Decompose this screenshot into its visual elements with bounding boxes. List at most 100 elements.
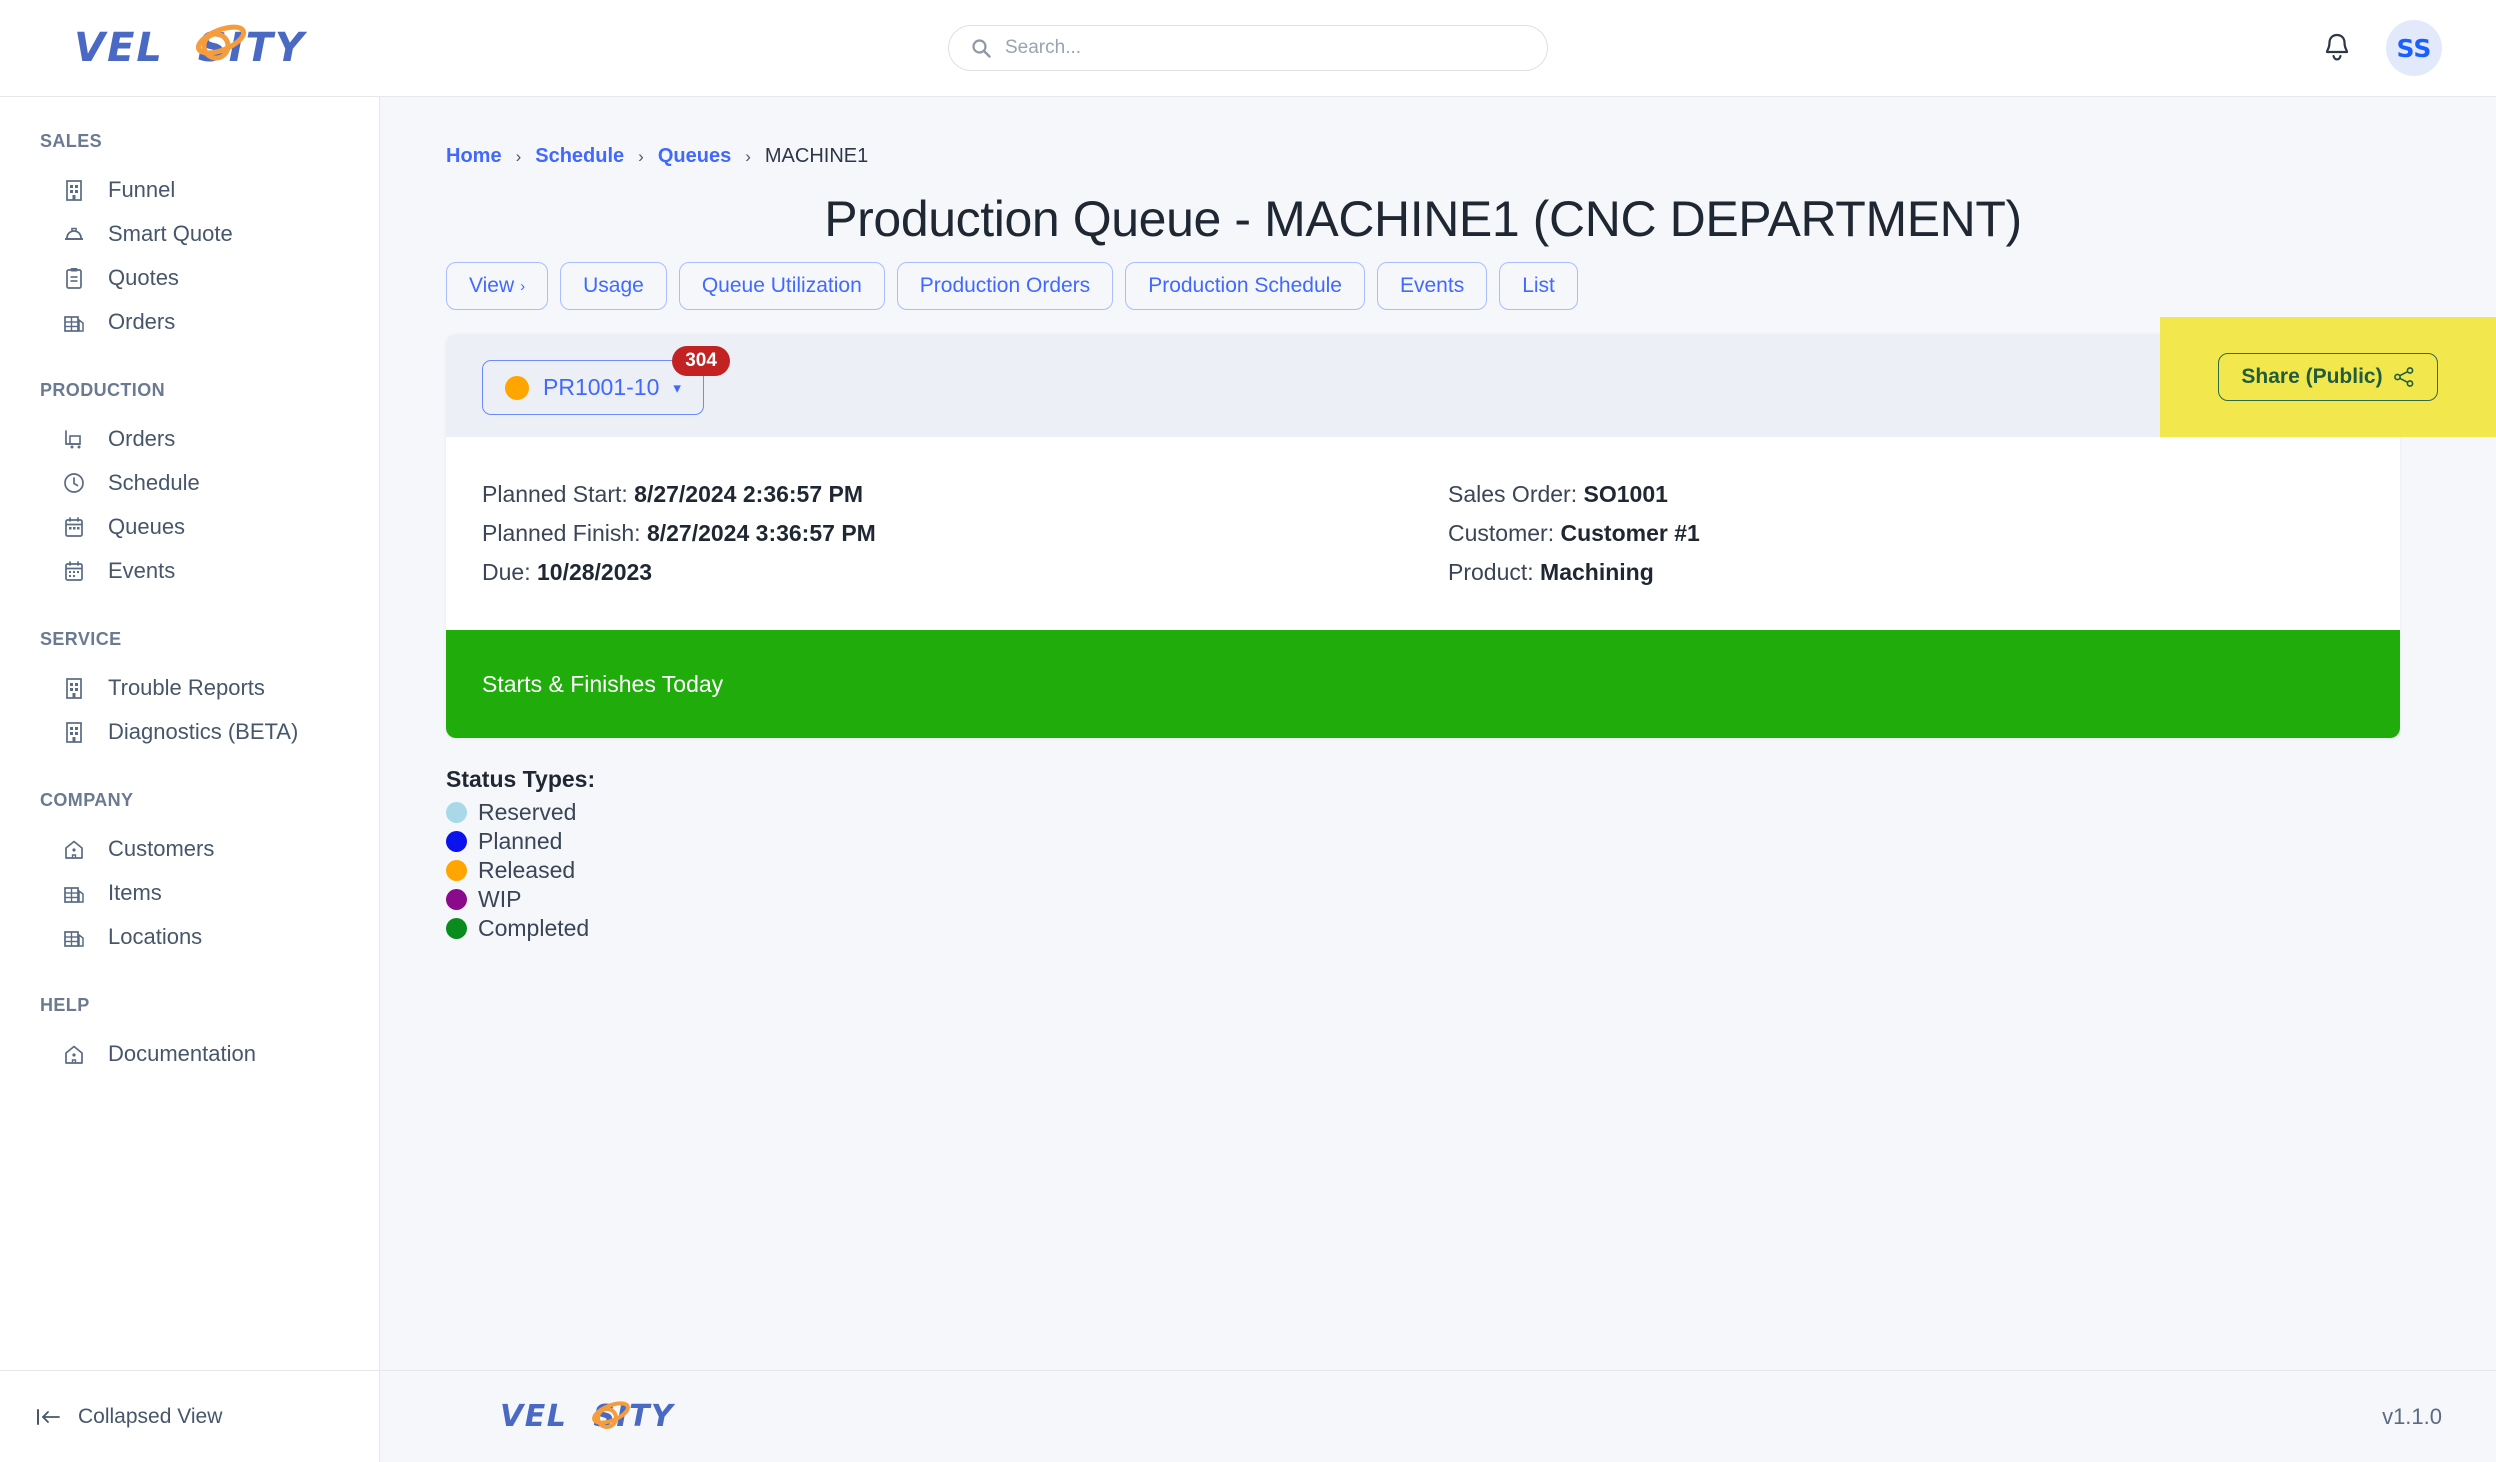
tab-usage[interactable]: Usage [560, 262, 667, 310]
breadcrumb-separator: › [515, 146, 522, 166]
sidebar-item-locations[interactable]: Locations [0, 915, 379, 959]
planned-start-value: 8/27/2024 2:36:57 PM [634, 481, 864, 507]
sidebar-item-label: Orders [108, 309, 176, 334]
sidebar-item-label: Items [108, 880, 162, 905]
main-column: Home › Schedule › Queues › MACHINE1 Prod… [380, 97, 2496, 1462]
status-dot-planned-icon [446, 831, 467, 852]
search-box[interactable] [948, 25, 1548, 71]
queue-count-badge: 304 [672, 346, 730, 376]
breadcrumb-separator: › [745, 146, 751, 166]
tab-production-orders[interactable]: Production Orders [896, 262, 1114, 310]
legend-item-planned: Planned [446, 828, 2400, 855]
sidebar-item-smart-quote[interactable]: Smart Quote [0, 212, 379, 256]
tab-production-schedule[interactable]: Production Schedule [1125, 262, 1365, 310]
sidebar-item-label: Orders [108, 426, 176, 451]
sidebar-item-funnel[interactable]: Funnel [0, 168, 379, 212]
bell-icon[interactable] [2322, 32, 2352, 64]
queue-card-header: PR1001-10 ▾ 304 [446, 334, 2400, 437]
footer-logo[interactable]: VEL SITY [380, 1399, 2382, 1434]
status-dot-wip-icon [446, 889, 467, 910]
sidebar-item-label: Quotes [108, 265, 179, 290]
tab-view[interactable]: View › [446, 262, 549, 310]
clipboard-icon [66, 268, 82, 289]
customer-row: Customer: Customer #1 [1448, 520, 2364, 547]
queue-card-body: Planned Start: 8/27/2024 2:36:57 PM Plan… [446, 437, 2400, 630]
status-dot-reserved-icon [446, 802, 467, 823]
planned-finish-label: Planned Finish: [482, 520, 641, 546]
legend-label: Reserved [478, 799, 577, 825]
share-button-label: Share (Public) [2241, 365, 2383, 388]
due-row: Due: 10/28/2023 [482, 559, 1398, 586]
sidebar-item-orders-sales[interactable]: Orders [0, 300, 379, 344]
search-input[interactable] [1005, 37, 1525, 59]
app-header: VEL SITY SS [0, 0, 2496, 97]
nav-group-help: HELP Documentation [0, 995, 379, 1076]
nav-group-production: PRODUCTION Orders Schedule Queues Events [0, 380, 379, 593]
chevron-down-icon: ▾ [673, 379, 681, 397]
sidebar-item-documentation[interactable]: Documentation [0, 1032, 379, 1076]
product-row: Product: Machining [1448, 559, 2364, 586]
legend-item-completed: Completed [446, 915, 2400, 942]
sidebar-item-customers[interactable]: Customers [0, 827, 379, 871]
calendar-icon [65, 517, 83, 537]
planned-finish-value: 8/27/2024 3:36:57 PM [646, 520, 876, 546]
sidebar-item-label: Customers [108, 836, 215, 861]
breadcrumb-item-queues[interactable]: Queues [658, 145, 731, 168]
legend-label: Completed [478, 915, 590, 941]
sidebar-item-diagnostics[interactable]: Diagnostics (BETA) [0, 710, 379, 754]
warehouse-icon [64, 887, 84, 903]
app-footer: VEL SITY v1.1.0 [380, 1370, 2496, 1462]
legend-label: Released [478, 857, 576, 883]
footer-logo-text-pre: VEL [500, 1399, 568, 1434]
brand-logo[interactable]: VEL SITY [0, 20, 380, 76]
sidebar-item-orders-production[interactable]: Orders [0, 417, 379, 461]
sidebar-item-label: Funnel [108, 177, 176, 202]
sidebar-item-label: Schedule [108, 470, 200, 495]
tab-list[interactable]: List [1499, 262, 1578, 310]
body-row: SALES Funnel Smart Quote Quotes Orders P… [0, 97, 2496, 1462]
breadcrumb: Home › Schedule › Queues › MACHINE1 [446, 97, 2400, 168]
production-order-selector-wrap: PR1001-10 ▾ 304 [482, 346, 730, 415]
tab-queue-utilization[interactable]: Queue Utilization [678, 262, 885, 310]
sidebar-item-label: Locations [108, 924, 203, 949]
cart-icon [65, 430, 81, 449]
clock-icon [64, 473, 84, 493]
app-version: v1.1.0 [2382, 1403, 2442, 1429]
breadcrumb-item-schedule[interactable]: Schedule [535, 145, 624, 168]
legend-item-wip: WIP [446, 886, 2400, 913]
sidebar-item-label: Events [108, 558, 176, 583]
planned-start-row: Planned Start: 8/27/2024 2:36:57 PM [482, 481, 1398, 508]
header-search-area [380, 25, 2116, 71]
tab-events[interactable]: Events [1377, 262, 1488, 310]
building-icon [66, 180, 82, 201]
sidebar-item-quotes[interactable]: Quotes [0, 256, 379, 300]
nav-group-company: COMPANY Customers Items Locations [0, 790, 379, 959]
share-panel: Share (Public) [2160, 317, 2496, 437]
share-public-button[interactable]: Share (Public) [2218, 353, 2438, 401]
page-title: Production Queue - MACHINE1 (CNC DEPARTM… [824, 191, 2022, 247]
planned-finish-row: Planned Finish: 8/27/2024 3:36:57 PM [482, 520, 1398, 547]
sidebar-item-trouble-reports[interactable]: Trouble Reports [0, 666, 379, 710]
sidebar-item-schedule[interactable]: Schedule [0, 461, 379, 505]
collapse-view-button[interactable]: Collapsed View [0, 1370, 379, 1462]
customer-label: Customer: [1448, 520, 1555, 546]
sidebar-item-label: Documentation [108, 1041, 256, 1066]
app-root: VEL SITY SS [0, 0, 2496, 1462]
status-dot-released-icon [505, 375, 529, 400]
warehouse-icon [64, 931, 84, 947]
search-icon [972, 39, 991, 58]
brand-orbit-icon [196, 24, 247, 61]
sales-order-value: SO1001 [1583, 481, 1668, 507]
avatar[interactable]: SS [2386, 20, 2442, 76]
due-value: 10/28/2023 [536, 559, 653, 585]
sidebar-item-items[interactable]: Items [0, 871, 379, 915]
breadcrumb-item-home[interactable]: Home [446, 145, 502, 168]
production-order-selector[interactable]: PR1001-10 ▾ [482, 360, 704, 415]
sidebar-item-events[interactable]: Events [0, 549, 379, 593]
sidebar-item-label: Trouble Reports [108, 675, 265, 700]
collapse-left-icon [37, 1408, 60, 1425]
brand-orbit-icon [592, 1401, 630, 1429]
legend-item-released: Released [446, 857, 2400, 884]
sidebar: SALES Funnel Smart Quote Quotes Orders P… [0, 97, 380, 1462]
sidebar-item-queues[interactable]: Queues [0, 505, 379, 549]
